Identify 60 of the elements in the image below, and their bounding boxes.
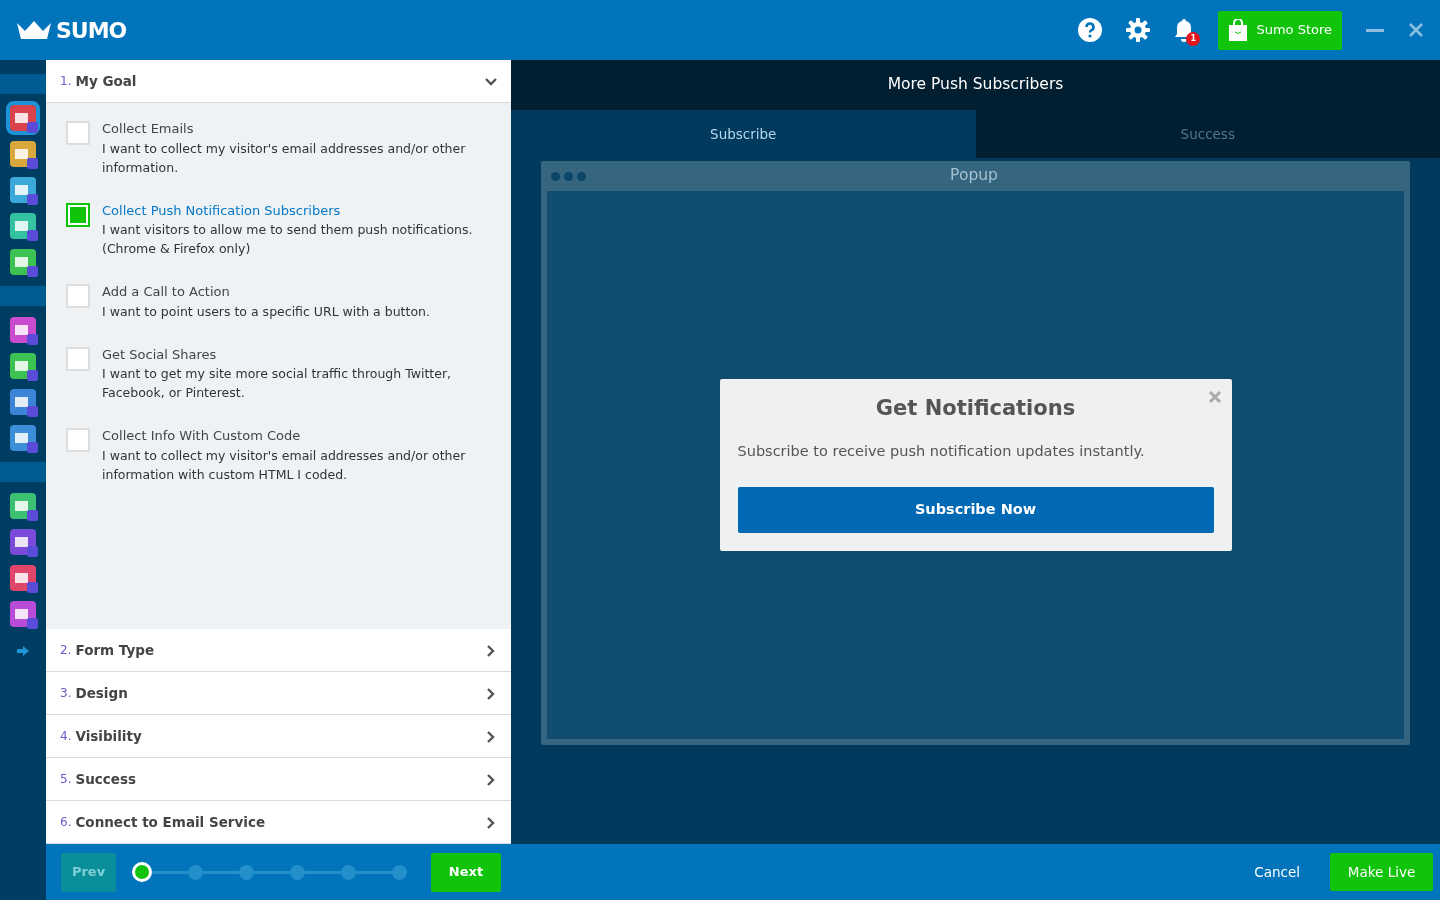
app-icon[interactable] [10,565,36,591]
app-icon[interactable] [10,249,36,275]
step-header[interactable]: 1. My Goal [46,60,511,103]
chevron-icon [485,730,497,743]
chevron-icon [485,773,497,786]
sidebar-section-bar [0,462,46,482]
option-title: Add a Call to Action [102,283,231,301]
app-icon[interactable] [10,425,36,451]
step-dot[interactable] [392,864,407,880]
chevron-icon [485,816,497,829]
sidebar-section-bar [0,286,46,306]
shopping-bag-icon [1228,19,1249,41]
app-icon[interactable] [10,529,36,555]
option-description: I want to point users to a specific URL with a button. [102,302,430,321]
popup-heading: Get Notifications [874,395,1077,423]
step-header[interactable]: 2. Form Type [46,629,511,672]
window-title: Popup [950,166,998,185]
app-icon[interactable] [10,353,36,379]
option-title: Collect Info With Custom Code [102,427,302,445]
preview-title: More Push Subscribers [887,74,1064,96]
option-description: I want visitors to allow me to send them push notifications. (Chrome & Firefox only) [102,221,474,258]
chevron-icon [485,75,497,88]
cancel-button[interactable]: Cancel [1248,860,1306,884]
option-description: I want to get my site more social traffic through Twitter, Facebook, or Pinterest. [102,365,452,402]
option-description: I want to collect my visitor's email addresses and/or other information with custom HTML I coded. [102,446,467,484]
step-header[interactable]: 6. Connect to Email Service [46,801,511,844]
notification-count: 1 [1186,32,1201,46]
app-icon[interactable] [10,213,36,239]
app-icon[interactable] [10,177,36,203]
option-description: I want to collect my visitor's email addresses and/or other information. [102,139,467,177]
option-title: Get Social Shares [102,345,218,364]
step-header[interactable]: 3. Design [46,672,511,715]
app-icon[interactable] [10,493,36,519]
preview-tab[interactable]: Subscribe [511,110,976,158]
subscribe-button[interactable]: Subscribe Now [737,486,1214,533]
expand-arrow-icon[interactable] [17,645,29,656]
close-icon[interactable] [1408,22,1424,38]
crown-icon [16,20,52,40]
chevron-icon [485,644,497,657]
step-dot[interactable] [188,864,203,880]
step-header[interactable]: 4. Visibility [46,715,511,758]
step-dot[interactable] [341,864,356,880]
app-icon[interactable] [10,141,36,167]
popup-text: Subscribe to receive push notification updates instantly. [737,441,1146,461]
app-icon[interactable] [10,601,36,627]
minimize-icon[interactable] [1366,28,1384,32]
preview-tab[interactable]: Success [975,110,1440,158]
logo-text: SUMO [56,16,127,45]
checkbox[interactable] [66,202,90,227]
step-dot[interactable] [132,862,152,882]
option-title: Collect Push Notification Subscribers [102,201,342,220]
step-dot[interactable] [290,864,305,880]
sidebar-section-bar [0,74,46,94]
step-dot[interactable] [239,864,254,880]
help-icon[interactable] [1078,18,1103,42]
chevron-icon [485,687,497,700]
app-icon[interactable] [10,317,36,343]
step-header[interactable]: 5. Success [46,758,511,801]
option-title: Collect Emails [102,120,195,138]
app-icon[interactable] [10,389,36,415]
